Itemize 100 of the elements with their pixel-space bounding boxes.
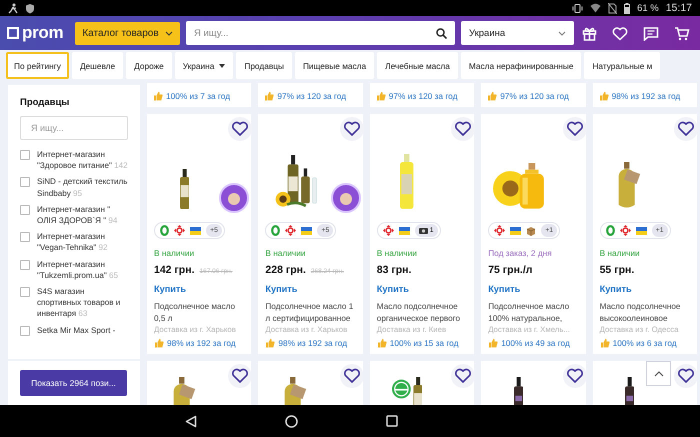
heart-icon — [566, 120, 584, 138]
ring-icon — [271, 225, 280, 236]
buy-link[interactable]: Купить — [265, 284, 356, 294]
product-title[interactable]: Масло подсолнечное органическое первого — [376, 301, 468, 324]
favorite-button[interactable] — [451, 364, 474, 388]
checkbox[interactable] — [20, 260, 30, 270]
vibrate-icon — [572, 2, 584, 14]
sunflower-bottle-drawing — [492, 163, 544, 209]
seller-rating: 97% из 120 за год — [376, 91, 468, 101]
seller-name: Интернет-магазин "Tukzemli.prom.ua" 65 — [37, 258, 120, 282]
checkbox[interactable] — [20, 150, 30, 160]
square-logo-icon — [7, 27, 19, 39]
heart-icon — [231, 367, 250, 385]
buy-link[interactable]: Купить — [376, 284, 468, 294]
gift-icon[interactable] — [582, 26, 597, 40]
heart-icon — [677, 120, 695, 138]
favorite-button[interactable] — [674, 117, 698, 141]
price: 83 грн. — [376, 264, 412, 276]
flag-icon — [636, 226, 647, 234]
search-input[interactable]: Я ищу... — [194, 28, 436, 38]
chat-icon[interactable] — [643, 26, 659, 40]
box-icon — [526, 226, 536, 236]
camera-icon — [418, 227, 428, 234]
thumbs-up-icon — [376, 338, 387, 348]
checkbox[interactable] — [20, 204, 30, 215]
search-icon[interactable] — [436, 28, 447, 38]
logo-text[interactable]: prom — [22, 23, 64, 43]
favorite-button[interactable] — [228, 117, 252, 141]
thumbs-up-icon — [600, 338, 610, 348]
product-title[interactable]: Подсолнечное масло 1 л сертифицированное — [265, 301, 356, 324]
ring-icon — [606, 225, 615, 236]
checkbox[interactable] — [20, 326, 30, 336]
thumbs-up-icon — [487, 91, 498, 101]
cross-arrows-icon — [174, 225, 185, 236]
cart-icon[interactable] — [674, 26, 690, 40]
filter-chip[interactable]: Украина — [174, 52, 234, 79]
region-select[interactable]: Украина — [461, 21, 574, 45]
cross-arrows-icon — [494, 225, 506, 236]
dropdown-caret-icon — [219, 64, 226, 68]
seller-name: Интернет-магазин " ОЛІЯ ЗДОРОВ`Я " 94 — [37, 204, 118, 226]
favorite-button[interactable] — [562, 117, 587, 141]
thumbs-up-icon — [265, 338, 276, 348]
buy-link[interactable]: Купить — [600, 284, 690, 294]
availability-status: В наличии — [376, 248, 418, 258]
seller-search-field[interactable]: Я ищу... — [20, 116, 128, 140]
home-icon[interactable] — [284, 414, 298, 428]
buy-link[interactable]: Купить — [154, 284, 244, 294]
thumbs-up-icon — [598, 91, 609, 101]
buy-link[interactable]: Купить — [488, 284, 579, 294]
filter-chip[interactable]: Масла нерафинированные — [460, 52, 582, 79]
filter-chip[interactable]: По рейтингу — [6, 52, 69, 79]
filter-chip[interactable]: Пищевые масла — [294, 52, 374, 79]
favorite-button[interactable] — [340, 117, 364, 141]
filter-chip[interactable]: Дешевле — [72, 52, 124, 79]
no-sim-icon — [608, 2, 618, 14]
thumbs-up-icon — [264, 91, 274, 101]
clock-time: 15:17 — [666, 2, 692, 14]
favorite-button[interactable] — [562, 364, 586, 388]
seller-rating: 98% из 192 за год — [598, 91, 691, 101]
catalog-button[interactable]: Каталог товаров — [75, 22, 180, 44]
bottles-sunflower-drawing — [274, 155, 317, 209]
checkbox[interactable] — [20, 177, 30, 188]
flag-icon — [510, 226, 522, 234]
heart-icon — [454, 120, 472, 138]
caret-icon — [558, 30, 566, 36]
favorite-button[interactable] — [674, 364, 697, 388]
product-title[interactable]: Подсолнечное масло 0,5 л — [154, 301, 244, 324]
caret-icon — [164, 30, 173, 36]
favorite-button[interactable] — [340, 364, 363, 388]
seller-name: Интернет-магазин "Vegan-Tehnika" 92 — [37, 231, 109, 254]
checkbox[interactable] — [20, 287, 30, 298]
sidebar-title: Продавцы — [20, 97, 70, 108]
favorite-button[interactable] — [451, 117, 476, 141]
chevron-up-icon — [654, 370, 664, 376]
seller-name: Интернет-магазин "Здоровое питание" 142 — [37, 149, 128, 172]
search-field[interactable]: Я ищу... — [186, 21, 455, 45]
price: 75 грн./л — [488, 264, 532, 276]
show-results-button[interactable]: Показать 2964 пози... — [20, 370, 127, 396]
heart-icon[interactable] — [612, 26, 628, 40]
favorite-button[interactable] — [228, 364, 252, 388]
filter-chip[interactable]: Натуральные м — [584, 52, 660, 79]
filter-chip[interactable]: Лечебные масла — [377, 52, 458, 79]
availability-status: В наличии — [600, 248, 641, 258]
filter-chip[interactable]: Дороже — [126, 52, 172, 79]
checkbox[interactable] — [20, 232, 30, 242]
heart-icon — [677, 367, 695, 385]
recents-icon[interactable] — [386, 415, 398, 427]
product-title[interactable]: Масло подсолнечное высокоолеиновое — [600, 301, 690, 324]
price: 228 грн. — [265, 264, 306, 276]
tagged-bottle-drawing — [618, 162, 642, 209]
thumbs-up-icon — [154, 338, 164, 348]
availability-status: Под заказ, 2 дня — [488, 248, 553, 258]
thumbs-up-icon — [153, 91, 163, 101]
product-title[interactable]: Подсолнечное масло 100% натуральное, — [488, 301, 579, 324]
back-icon[interactable] — [184, 414, 196, 428]
thumbs-up-icon — [488, 338, 498, 348]
heart-icon — [566, 367, 584, 385]
cross-arrows-icon — [382, 225, 394, 236]
filter-chip[interactable]: Продавцы — [236, 52, 292, 79]
seller-rating: 100% из 7 за год — [153, 91, 246, 101]
